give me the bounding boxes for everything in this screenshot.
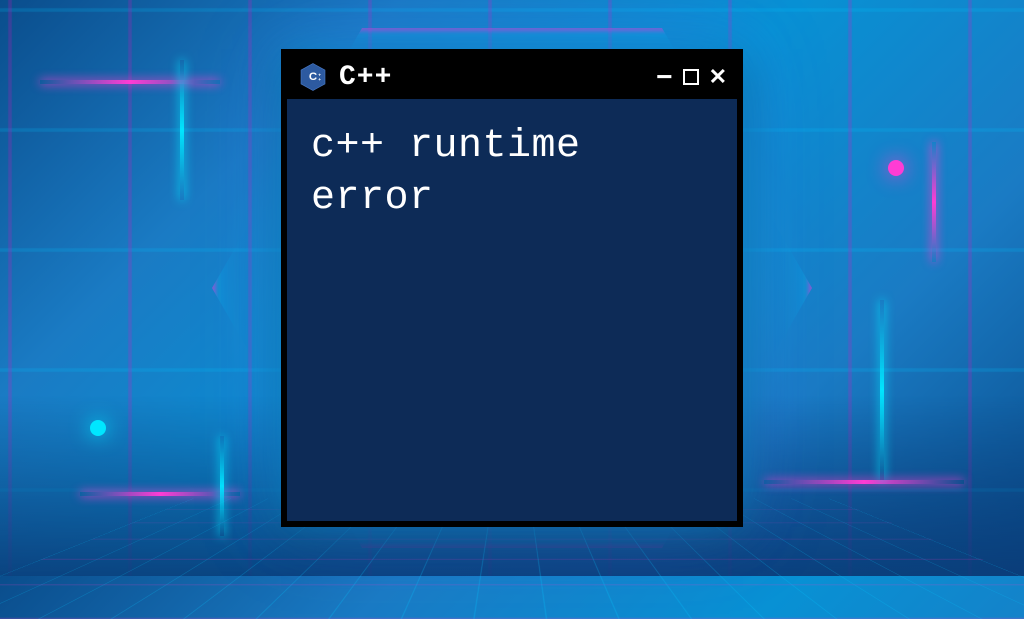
maximize-button[interactable] [683, 69, 699, 85]
neon-accent [220, 436, 224, 536]
close-button[interactable] [709, 66, 727, 88]
neon-accent [80, 492, 240, 496]
cpp-logo-icon: C + + [297, 61, 329, 93]
neon-accent [880, 300, 884, 480]
svg-text:+: + [318, 78, 321, 83]
window-title: C++ [339, 62, 646, 93]
terminal-output: c++ runtime error [311, 121, 713, 225]
svg-text:C: C [309, 71, 317, 83]
terminal-body[interactable]: c++ runtime error [287, 99, 737, 521]
svg-text:+: + [318, 73, 321, 78]
neon-accent [40, 80, 220, 84]
minimize-button[interactable] [656, 63, 672, 91]
neon-accent [180, 60, 184, 200]
window-controls [656, 63, 727, 91]
neon-dot [888, 160, 904, 176]
window-titlebar[interactable]: C + + C++ [287, 55, 737, 99]
neon-dot [90, 420, 106, 436]
neon-accent [764, 480, 964, 484]
neon-accent [932, 142, 936, 262]
terminal-window: C + + C++ c++ runtime error [281, 49, 743, 527]
